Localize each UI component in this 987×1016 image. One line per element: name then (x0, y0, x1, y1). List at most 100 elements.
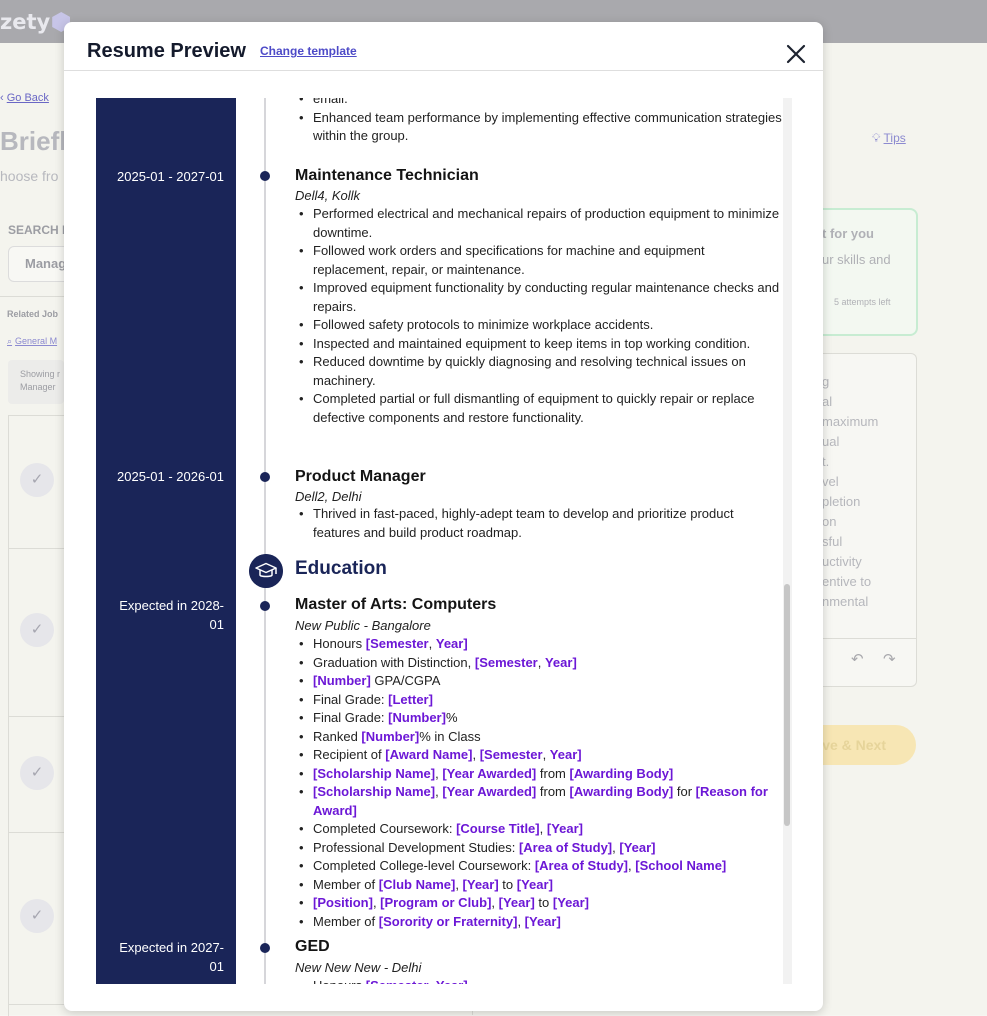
bullet-item: email. (299, 98, 783, 109)
close-icon[interactable] (784, 42, 808, 66)
go-back-label: Go Back (6, 92, 49, 104)
placeholder-text: [Awarding Body] (569, 765, 674, 781)
placeholder-text: Year] (549, 747, 582, 762)
bullet-item: Reduced downtime by quickly diagnosing a… (299, 353, 783, 390)
change-template-link[interactable]: Change template (260, 44, 357, 58)
placeholder-text: [Semester (365, 636, 429, 651)
editor-line: g (822, 374, 830, 389)
placeholder-text: [Number] (313, 673, 371, 688)
bullet-item: Enhanced team performance by implementin… (299, 109, 783, 146)
editor-line: vel (822, 474, 839, 489)
bullet-text: , (429, 978, 436, 984)
bullet-text: Ranked (313, 728, 362, 744)
bullet-item: Final Grade: [Letter] (299, 691, 783, 710)
check-icon[interactable]: ✓ (20, 613, 54, 647)
logo-text: zety (0, 10, 51, 34)
search-icon: ⌕ (7, 336, 13, 346)
degree-title: GED (295, 938, 330, 955)
placeholder-text: [Year] (546, 821, 583, 836)
resume-preview-modal: Resume Preview Change template email. En… (64, 22, 823, 1011)
lightbulb-icon: 💡︎ (872, 131, 881, 145)
bullet-text: % (445, 710, 458, 725)
date-line: 01 (209, 959, 224, 974)
education-date: Expected in 2027- 01 (96, 938, 224, 976)
modal-header: Resume Preview Change template (64, 22, 823, 71)
bullet-item: Honours [Semester, Year] (299, 635, 783, 654)
go-back-link[interactable]: ‹ Go Back (0, 92, 49, 104)
resume-sidebar (96, 98, 236, 984)
editor-line: t. (822, 454, 830, 469)
ai-title: t for you (822, 226, 874, 241)
bullet-item: Thrived in fast-paced, highly-adept team… (299, 505, 783, 542)
placeholder-text: [Position] (313, 895, 373, 910)
bullet-text: Completed Coursework: (313, 821, 457, 836)
bullet-text: Final Grade: (313, 691, 389, 707)
placeholder-text: Year] (435, 636, 468, 651)
related-jobs-label: Related Job (7, 309, 59, 319)
check-icon[interactable]: ✓ (20, 756, 54, 790)
bullet-text: Recipient of (313, 747, 386, 762)
bullet-text: to (534, 895, 553, 910)
placeholder-text: [Year Awarded] (442, 784, 537, 799)
showing-line-1: Showing r (20, 369, 61, 379)
general-link-label: General M (15, 336, 58, 346)
bullet-text: , (455, 876, 463, 892)
redo-icon[interactable]: ↷ (883, 650, 896, 668)
general-manager-link[interactable]: ⌕ General M (7, 336, 57, 347)
placeholder-text: [Scholarship Name] (313, 784, 436, 799)
resume-viewer[interactable]: email. Enhanced team performance by impl… (96, 98, 792, 984)
date-line: 01 (209, 617, 224, 632)
card-divider (8, 548, 64, 549)
bullet-item: Member of [Club Name], [Year] to [Year] (299, 876, 783, 895)
bullet-item: Graduation with Distinction, [Semester, … (299, 654, 783, 673)
placeholder-text: [Semester (366, 978, 429, 984)
bullet-list: Performed electrical and mechanical repa… (295, 205, 783, 427)
placeholder-text: [Year] (619, 839, 656, 855)
editor-line: uctivity (822, 554, 862, 569)
editor-line: on (822, 514, 837, 529)
editor-line: pletion (822, 494, 861, 509)
placeholder-text: [Year] (516, 876, 553, 892)
bullet-item: Followed work orders and specifications … (299, 242, 783, 279)
graduation-cap-icon (249, 554, 283, 588)
bullet-item: Final Grade: [Number]% (299, 709, 783, 728)
bullet-item: [Scholarship Name], [Year Awarded] from … (299, 765, 783, 784)
bullet-text: GPA/CGPA (370, 673, 441, 688)
check-icon[interactable]: ✓ (20, 899, 54, 933)
scrollbar-thumb[interactable] (784, 584, 790, 826)
bullet-text: , (472, 747, 480, 762)
placeholder-text: [Area of Study] (534, 858, 628, 873)
school-name: New New New - Delhi (295, 960, 422, 975)
job-company: Dell4, Kollk (295, 188, 361, 203)
zety-logo[interactable]: zety (0, 7, 71, 37)
bullet-item: Completed College-level Coursework: [Are… (299, 857, 783, 876)
modal-title: Resume Preview (87, 40, 246, 62)
bullet-text: Member of (313, 876, 379, 892)
placeholder-text: [School Name] (635, 858, 727, 873)
bullet-text: for (673, 784, 696, 799)
bullet-item: Ranked [Number]% in Class (299, 728, 783, 747)
timeline-dot (260, 472, 270, 482)
placeholder-text: [Sorority or Fraternity] (378, 913, 518, 929)
check-icon[interactable]: ✓ (20, 463, 54, 497)
bullet-text: Professional Development Studies: (313, 839, 519, 855)
tips-link[interactable]: 💡︎ Tips (872, 131, 906, 146)
placeholder-text: [Year] (552, 895, 589, 910)
placeholder-text: [Number] (361, 728, 420, 744)
undo-icon[interactable]: ↶ (851, 650, 864, 668)
bullet-text: , (491, 895, 499, 910)
bullet-text: Graduation with Distinction, (313, 654, 475, 670)
placeholder-text: [Club Name] (378, 876, 456, 892)
placeholder-text: Year] (436, 978, 468, 984)
timeline-dot (260, 943, 270, 953)
placeholder-text: [Course Title] (456, 821, 540, 836)
scrollbar[interactable] (783, 98, 792, 984)
bullet-text: Completed College-level Coursework: (313, 858, 535, 873)
bullet-text: % in Class (419, 728, 481, 744)
bullet-item: Completed Coursework: [Course Title], [Y… (299, 820, 783, 839)
timeline-dot (260, 601, 270, 611)
bullet-item: [Scholarship Name], [Year Awarded] from … (299, 783, 783, 820)
bullet-text: , (542, 747, 550, 762)
placeholder-text: [Year Awarded] (442, 765, 537, 781)
attempts-left: 5 attempts left (834, 297, 891, 307)
